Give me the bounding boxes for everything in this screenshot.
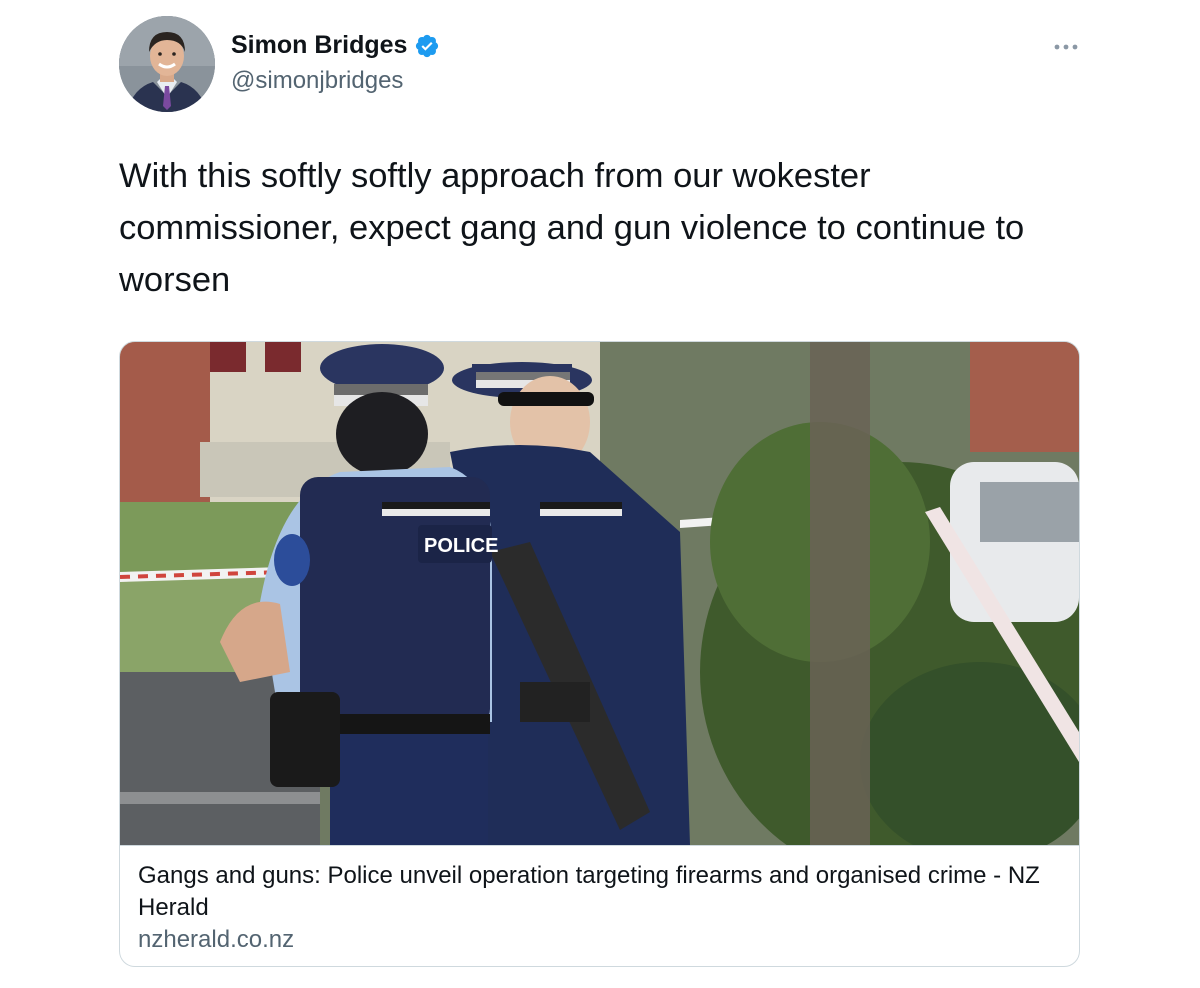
author-handle[interactable]: @simonjbridges <box>231 67 403 95</box>
card-title[interactable]: Gangs and guns: Police unveil operation … <box>138 860 1058 924</box>
verified-badge-icon <box>415 34 439 58</box>
vest-police-text: POLICE <box>424 535 498 557</box>
card-image[interactable]: POLICE <box>120 342 1079 845</box>
card-domain[interactable]: nzherald.co.nz <box>138 924 294 956</box>
card-body[interactable]: Gangs and guns: Police unveil operation … <box>120 845 1079 966</box>
author-name[interactable]: Simon Bridges <box>231 31 407 60</box>
more-options-icon[interactable] <box>1052 35 1080 59</box>
tweet: Simon Bridges @simonjbridges With this s… <box>0 0 1200 988</box>
link-card[interactable]: POLICE Gangs and guns: Police unveil ope… <box>119 341 1080 967</box>
avatar[interactable] <box>119 16 215 112</box>
tweet-text: With this softly softly approach from ou… <box>119 157 1025 299</box>
